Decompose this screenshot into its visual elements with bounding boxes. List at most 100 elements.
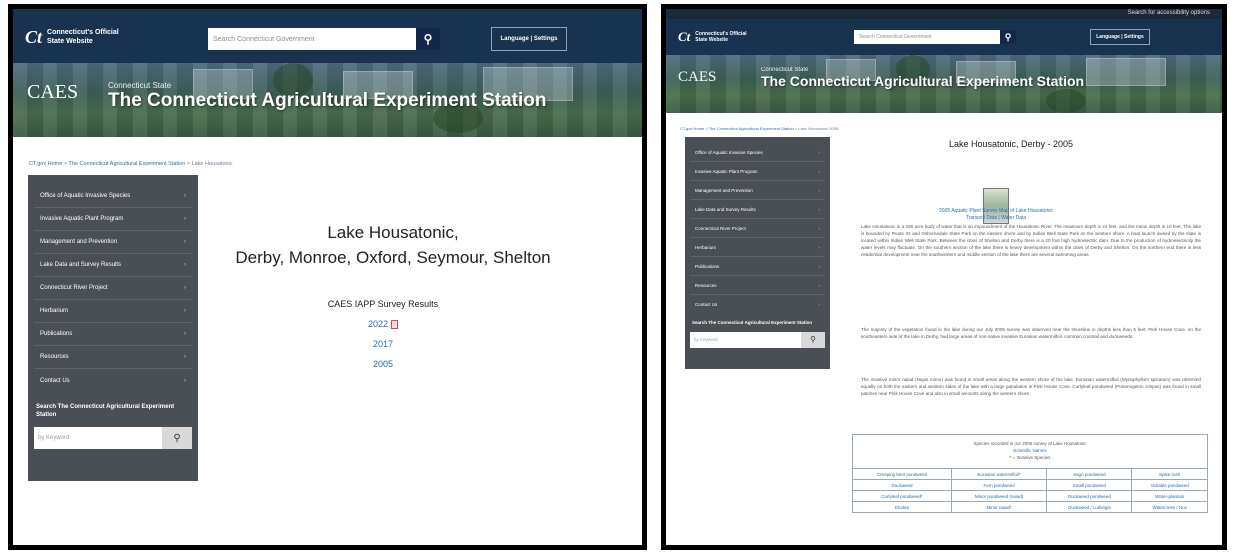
breadcrumb-current: Lake Housatonic 2005 (798, 126, 839, 131)
ct-gov-logo[interactable]: Ct Connecticut's Official State Website (25, 27, 119, 48)
nav-item-contact[interactable]: Contact Us › (690, 295, 825, 314)
pdf-icon (391, 320, 399, 330)
nav-item-publications[interactable]: Publications › (690, 257, 825, 276)
ct-search-input[interactable]: Search Connecticut Government (208, 28, 416, 50)
side-search: by Keyword ⚲ (690, 331, 825, 348)
chevron-right-icon: › (184, 354, 186, 360)
chevron-right-icon: › (184, 377, 186, 384)
nav-item-invasive-plant-program[interactable]: Invasive Aquatic Plant Program › (34, 208, 192, 231)
survey-map-link[interactable]: 2005 Aquatic Plant Survey Map of Lake Ho… (896, 208, 1096, 214)
nav-item-resources[interactable]: Resources › (690, 276, 825, 295)
breadcrumb-home[interactable]: CT.gov Home (29, 161, 62, 167)
species-link[interactable]: Fern pondweed (950, 479, 1048, 491)
nav-item-invasive-plant-program[interactable]: Invasive Aquatic Plant Program › (690, 162, 825, 181)
search-icon[interactable]: ⚲ (801, 331, 825, 348)
site-banner: CAES Connecticut State The Connecticut A… (666, 55, 1222, 113)
ct-gov-logo[interactable]: Ct Connecticut's Official State Website (678, 29, 747, 45)
chevron-right-icon: › (184, 193, 186, 199)
chevron-right-icon: › (184, 262, 186, 268)
ct-gov-mark-icon: Ct (678, 29, 691, 44)
species-link[interactable]: Spike rush (1131, 468, 1208, 480)
side-search: by Keyword ⚲ (34, 427, 192, 449)
breadcrumb-home[interactable]: CT.gov Home (680, 126, 704, 131)
language-settings-button[interactable]: Language | Settings (491, 27, 567, 51)
species-link[interactable]: Elodea (852, 501, 952, 513)
nav-item-herbarium[interactable]: Herbarium › (690, 238, 825, 257)
nav-item-river-project[interactable]: Connecticut River Project › (690, 219, 825, 238)
species-link[interactable]: Minor naiad* (950, 501, 1048, 513)
gov-line2: State Website (47, 37, 93, 45)
search-icon[interactable]: ⚲ (1000, 30, 1016, 44)
year-link-2005[interactable]: 2005 (308, 359, 458, 369)
nav-item-management[interactable]: Management and Prevention › (34, 231, 192, 254)
invasive-summary: The invasive minor naiad (Najas minor) w… (861, 377, 1201, 397)
species-link[interactable]: Eurasian watermilfoil* (950, 468, 1048, 480)
caes-logo[interactable]: CAES (678, 69, 716, 86)
species-link[interactable]: Variable pondweed (1131, 479, 1208, 491)
water-data-link[interactable]: Water Data (1001, 215, 1026, 221)
nav-item-aquatic-invasive[interactable]: Office of Aquatic Invasive Species › (690, 143, 825, 162)
chevron-right-icon: › (818, 206, 821, 212)
transect-data-link[interactable]: Transect Data (966, 215, 997, 221)
year-link-2017[interactable]: 2017 (308, 339, 458, 349)
chevron-right-icon: › (818, 149, 821, 155)
species-link[interactable]: Watercress / Nux (1131, 501, 1208, 513)
accessibility-link[interactable]: Search for accessibility options (1128, 10, 1210, 16)
chevron-right-icon: › (184, 285, 186, 291)
side-search-label: Search The Connecticut Agricultural Expe… (692, 320, 813, 325)
nav-item-lake-data[interactable]: Lake Data and Survey Results › (690, 200, 825, 219)
ct-search-input[interactable]: Search Connecticut Government (854, 30, 1000, 44)
nav-item-aquatic-invasive[interactable]: Office of Aquatic Invasive Species › (34, 185, 192, 208)
nav-item-herbarium[interactable]: Herbarium › (34, 300, 192, 323)
species-link[interactable]: Creeping bent pondweed (852, 468, 952, 480)
breadcrumb-agency[interactable]: The Connecticut Agricultural Experiment … (69, 161, 186, 167)
species-link[interactable]: Sago pondweed (1046, 468, 1133, 480)
chevron-right-icon: › (818, 263, 821, 269)
species-link[interactable]: Duckweed (852, 479, 952, 491)
search-icon[interactable]: ⚲ (416, 28, 440, 50)
side-search-input[interactable]: by Keyword (690, 332, 801, 348)
site-banner: CAES Connecticut State The Connecticut A… (13, 63, 642, 137)
breadcrumb-agency[interactable]: The Connecticut Agricultural Experiment … (709, 126, 794, 131)
species-link[interactable]: Duckweed / Ludwigia (1046, 501, 1133, 513)
lake-title: Lake Housatonic, Derby, Monroe, Oxford, … (235, 223, 551, 267)
species-link[interactable]: Minor pondweed (naiad) (950, 490, 1048, 502)
site-title[interactable]: Connecticut State The Connecticut Agricu… (761, 67, 1084, 89)
chevron-right-icon: › (818, 225, 821, 231)
left-sidebar-nav: Office of Aquatic Invasive Species › Inva… (685, 137, 830, 369)
side-search-label: Search The Connecticut Agricultural Expe… (36, 404, 175, 418)
ct-gov-mark-icon: Ct (25, 27, 43, 47)
chevron-right-icon: › (184, 239, 186, 245)
nav-item-management[interactable]: Management and Prevention › (690, 181, 825, 200)
table-row: Curlyleaf pondweed* Minor pondweed (naia… (852, 490, 1208, 502)
nav-item-contact[interactable]: Contact Us › (34, 369, 192, 392)
nav-item-resources[interactable]: Resources › (34, 346, 192, 369)
site-title[interactable]: Connecticut State The Connecticut Agricu… (108, 81, 546, 112)
language-settings-button[interactable]: Language | Settings (1090, 29, 1150, 45)
side-search-input[interactable]: by Keyword (34, 427, 162, 449)
chevron-right-icon: › (184, 308, 186, 314)
nav-item-publications[interactable]: Publications › (34, 323, 192, 346)
species-table: Species recorded in our 2005 survey of L… (852, 434, 1208, 513)
right-screenshot: Search for accessibility options Ct Conn… (661, 4, 1227, 550)
chevron-right-icon: › (818, 187, 821, 193)
search-icon[interactable]: ⚲ (162, 427, 192, 449)
species-link[interactable]: Curlyleaf pondweed* (852, 490, 952, 502)
survey-results: CAES IAPP Survey Results 2022 2017 2005 (308, 299, 458, 369)
nav-item-river-project[interactable]: Connecticut River Project › (34, 277, 192, 300)
table-row: Duckweed Fern pondweed Small pondweed Va… (852, 479, 1208, 491)
left-screenshot: Ct Connecticut's Official State Website … (8, 4, 647, 550)
breadcrumb-current: Lake Housatonic (191, 161, 233, 167)
nav-item-lake-data[interactable]: Lake Data and Survey Results › (34, 254, 192, 277)
caes-logo[interactable]: CAES (27, 81, 78, 104)
species-link[interactable]: Water-plantain (1131, 490, 1208, 502)
data-links: Transect Data | Water Data (965, 215, 1027, 221)
species-link[interactable]: Small pondweed (1046, 479, 1133, 491)
species-link[interactable]: Duckweed pondweed (1046, 490, 1133, 502)
ct-gov-header: Ct Connecticut's Official State Website … (13, 9, 642, 63)
year-link-2022[interactable]: 2022 (308, 319, 458, 330)
accessibility-strip: Search for accessibility options (666, 9, 1222, 19)
table-row: Elodea Minor naiad* Duckweed / Ludwigia … (852, 501, 1208, 513)
table-row: Creeping bent pondweed Eurasian watermil… (852, 468, 1208, 480)
scientific-names-link[interactable]: Scientific Names (853, 448, 1207, 455)
